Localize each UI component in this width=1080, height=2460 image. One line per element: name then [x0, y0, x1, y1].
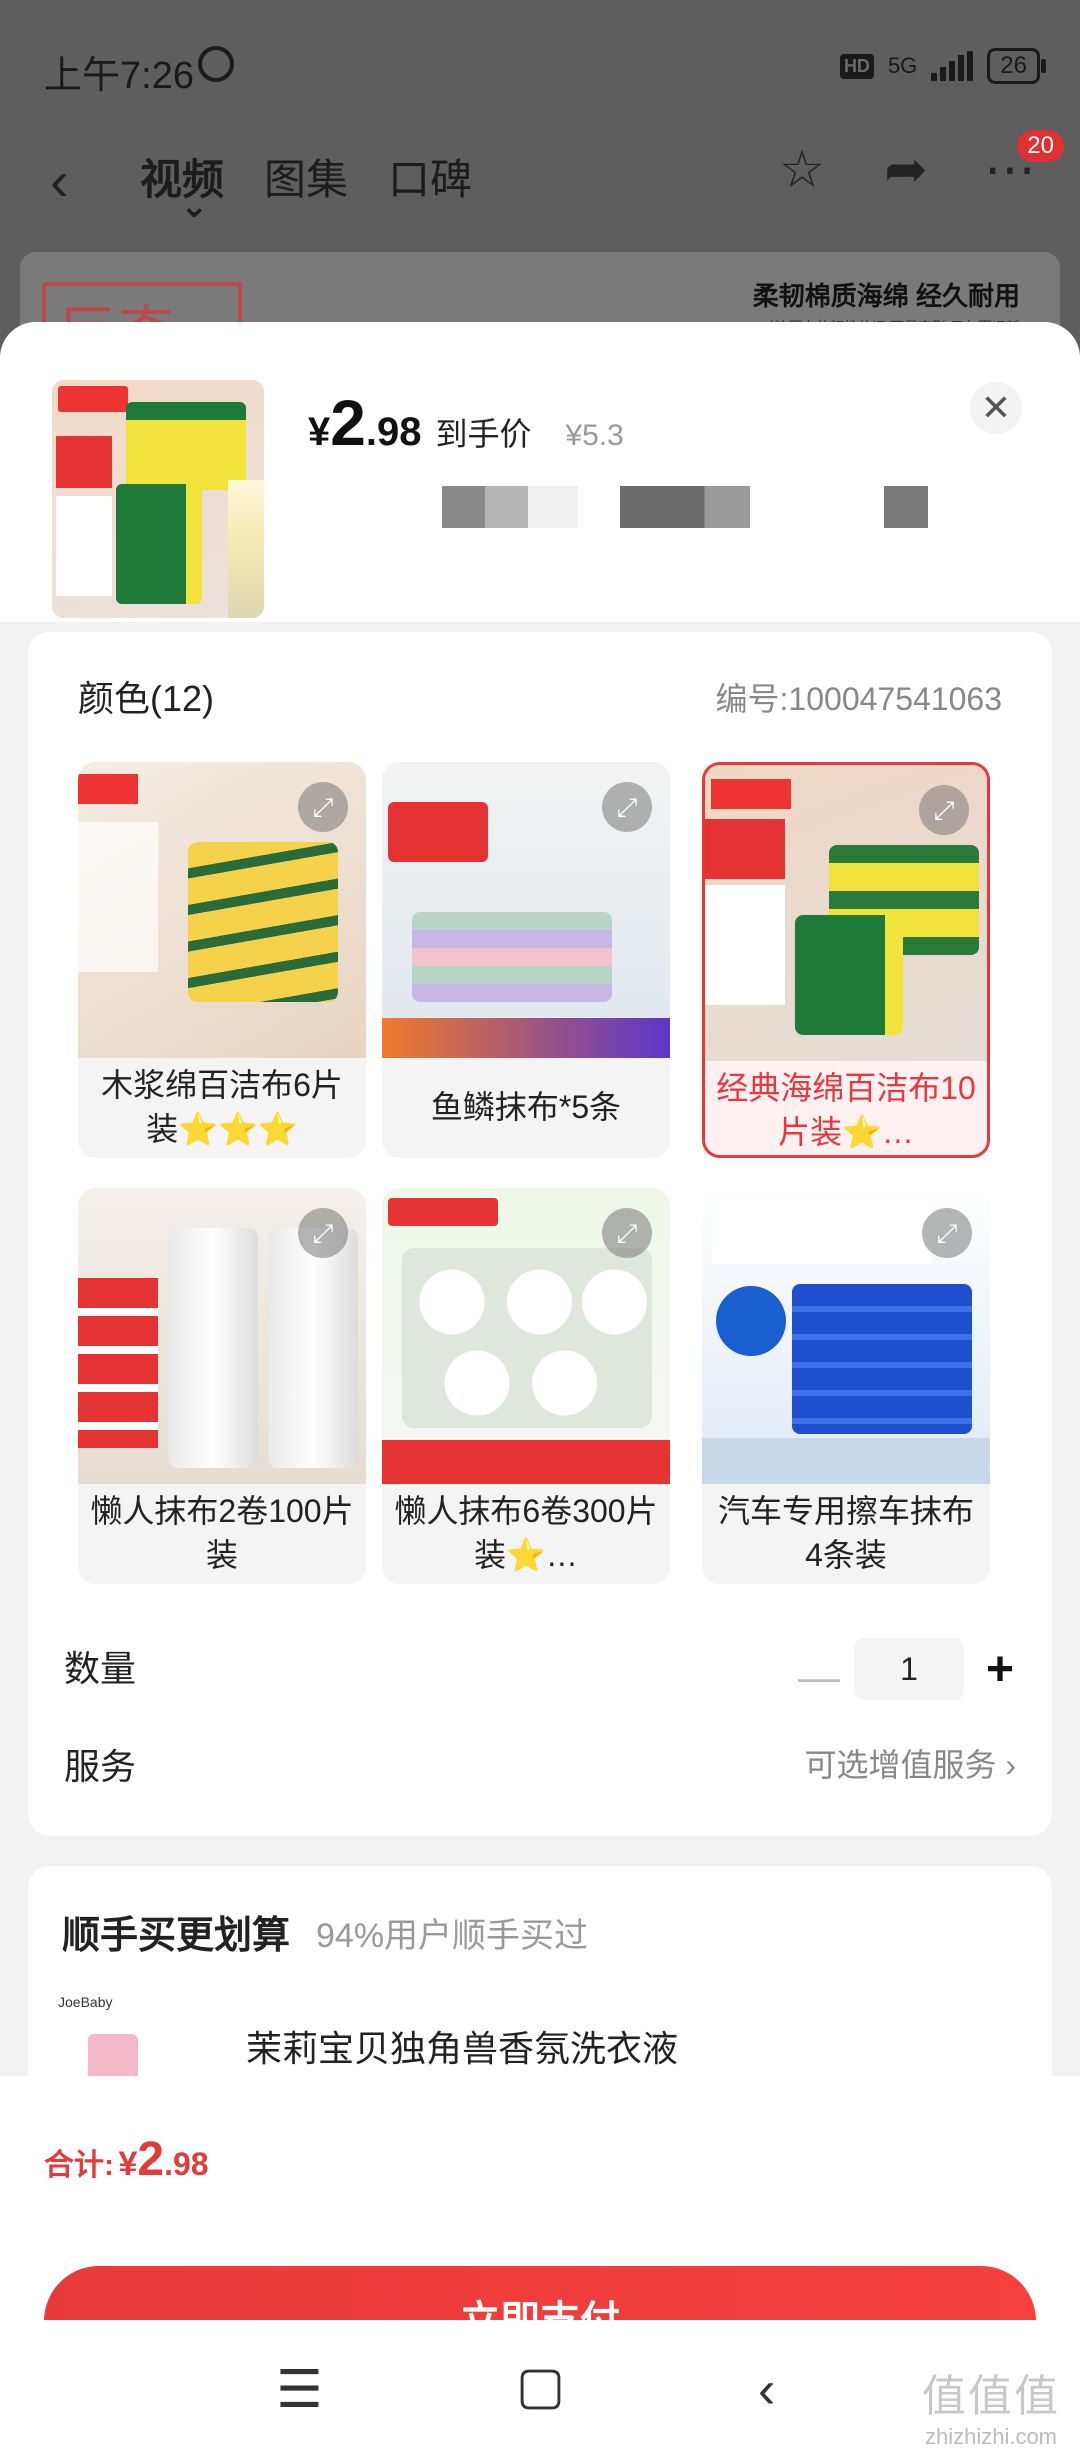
price-tag: 到手价 — [435, 416, 532, 452]
nav-actions: ☆ ➦ ⋯ — [772, 140, 1040, 200]
close-icon[interactable]: ✕ — [970, 382, 1022, 434]
status-indicators: HD 5G 26 — [839, 48, 1046, 84]
back-icon[interactable]: ‹ — [50, 148, 69, 213]
option-card: 颜色(12) 编号:100047541063 ⤢ 木浆绵百洁布6片装⭐⭐⭐ ⤢ … — [28, 632, 1052, 1836]
upsell-thumbnail[interactable]: JoeBaby — [58, 1994, 148, 2084]
status-bar: 上午7:26 HD 5G 26 — [0, 0, 1080, 130]
quantity-increase-button[interactable]: + — [986, 1642, 1014, 1697]
service-label: 服务 — [64, 1746, 137, 1787]
expand-icon[interactable]: ⤢ — [919, 785, 969, 835]
watermark: 值值值 zhizhizhi.com — [922, 2372, 1060, 2449]
menu-icon[interactable]: ☰ — [276, 2360, 323, 2420]
variant-option[interactable]: ⤢ 鱼鳞抹布*5条 — [382, 762, 670, 1158]
variant-label: 懒人抹布6卷300片装⭐… — [394, 1493, 658, 1573]
network-type: 5G — [887, 53, 918, 78]
star-icon[interactable]: ☆ — [772, 140, 832, 200]
signal-icon — [931, 51, 974, 81]
top-nav: ‹ 视频 图集 口碑 ☆ ➦ ⋯ 20 — [0, 130, 1080, 230]
expand-icon[interactable]: ⤢ — [298, 782, 348, 832]
expand-icon[interactable]: ⤢ — [298, 1208, 348, 1258]
price-line: ¥2.98 到手价 ¥5.3 — [308, 386, 624, 460]
blurred-promo — [442, 486, 528, 528]
upsell-subtitle: 94%用户顺手买过 — [316, 1917, 589, 1955]
variant-label: 木浆绵百洁布6片装⭐⭐⭐ — [101, 1067, 343, 1147]
quantity-label: 数量 — [64, 1648, 137, 1689]
total-price: 合计: ¥2.98 — [44, 2133, 209, 2186]
status-time: 上午7:26 — [44, 55, 194, 97]
quantity-decrease-button[interactable]: — — [798, 1653, 840, 1701]
color-title: 颜色(12) — [78, 678, 215, 719]
tab-gallery[interactable]: 图集 — [264, 146, 348, 207]
variant-label: 经典海绵百洁布10片装⭐… — [716, 1070, 976, 1150]
banner-headline: 柔韧棉质海绵 经久耐用 — [752, 281, 1020, 311]
upsell-card: 顺手买更划算 94%用户顺手买过 JoeBaby 茉莉宝贝独角兽香氛洗衣液 — [28, 1866, 1052, 2106]
share-icon[interactable]: ➦ — [876, 140, 936, 200]
tab-video[interactable]: 视频 — [140, 146, 224, 226]
quantity-input[interactable]: 1 — [854, 1638, 964, 1700]
tab-reviews[interactable]: 口碑 — [388, 146, 472, 207]
expand-icon[interactable]: ⤢ — [922, 1208, 972, 1258]
upsell-brand: JoeBaby — [58, 1994, 113, 2010]
variant-label: 懒人抹布2卷100片装 — [90, 1493, 354, 1573]
variant-option[interactable]: ⤢ 懒人抹布6卷300片装⭐… — [382, 1188, 670, 1584]
blurred-promo — [620, 486, 750, 528]
sheet-header: ¥2.98 到手价 ¥5.3 ✕ — [0, 322, 1080, 622]
battery-icon: 26 — [987, 48, 1046, 84]
original-price: ¥5.3 — [565, 419, 624, 452]
variant-option[interactable]: ⤢ 懒人抹布2卷100片装 — [78, 1188, 366, 1584]
variant-option[interactable]: ⤢ 汽车专用擦车抹布4条装 — [702, 1188, 990, 1584]
product-thumbnail[interactable] — [52, 380, 264, 618]
back-nav-icon[interactable]: ‹ — [758, 2360, 775, 2420]
system-nav-bar: ☰ ▢ ‹ 值值值 zhizhizhi.com — [0, 2320, 1080, 2460]
alarm-icon — [198, 46, 234, 82]
media-tabs: 视频 图集 口碑 — [140, 146, 472, 226]
blurred-promo — [884, 486, 928, 528]
product-code: 编号:100047541063 — [715, 681, 1002, 717]
variant-label: 鱼鳞抹布*5条 — [430, 1089, 622, 1125]
service-selector[interactable]: 可选增值服务 › — [804, 1740, 1016, 1786]
expand-icon[interactable]: ⤢ — [602, 1208, 652, 1258]
message-badge: 20 — [1017, 130, 1064, 162]
blurred-promo — [528, 486, 578, 528]
upsell-item-name[interactable]: 茉莉宝贝独角兽香氛洗衣液 — [246, 2020, 678, 2072]
variant-option-selected[interactable]: ⤢ 经典海绵百洁布10片装⭐… — [702, 762, 990, 1158]
price: ¥2.98 — [308, 387, 422, 459]
variant-option[interactable]: ⤢ 木浆绵百洁布6片装⭐⭐⭐ — [78, 762, 366, 1158]
expand-icon[interactable]: ⤢ — [602, 782, 652, 832]
variant-label: 汽车专用擦车抹布4条装 — [717, 1493, 974, 1573]
home-icon[interactable]: ▢ — [516, 2356, 565, 2416]
hd-icon: HD — [839, 53, 874, 79]
upsell-title: 顺手买更划算 — [62, 1915, 291, 1957]
sku-sheet: ¥2.98 到手价 ¥5.3 ✕ 颜色(12) 编号:100047541063 … — [0, 322, 1080, 2460]
